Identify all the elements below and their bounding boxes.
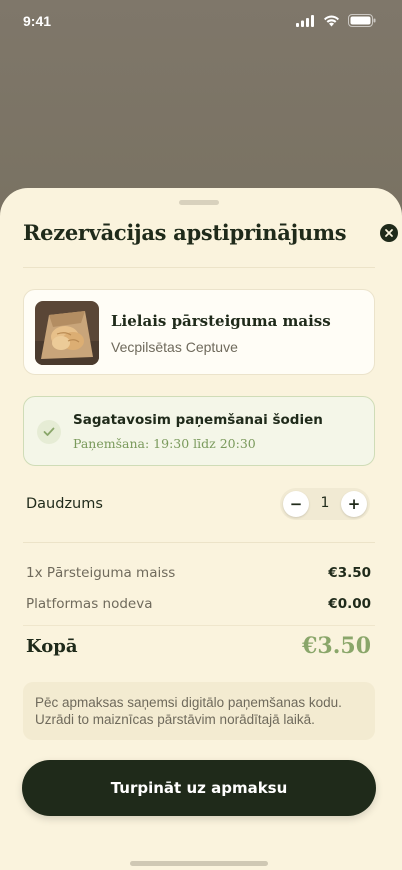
sheet-drag-handle[interactable] (179, 200, 219, 205)
reservation-sheet: Rezervācijas apstiprinājums Lielais pārs… (0, 188, 402, 870)
product-card: Lielais pārsteiguma maiss Vecpilsētas Ce… (23, 289, 375, 375)
info-note: Pēc apmaksas saņemsi digitālo paņemšanas… (23, 682, 375, 740)
divider (23, 542, 375, 543)
line-item-value: €3.50 (328, 565, 371, 581)
total-value: €3.50 (302, 633, 371, 659)
quantity-stepper: − 1 + (280, 488, 370, 520)
pickup-time: Paņemšana: 19:30 līdz 20:30 (73, 436, 256, 451)
line-item-label: 1x Pārsteiguma maiss (26, 565, 176, 581)
sheet-title: Rezervācijas apstiprinājums (23, 220, 347, 245)
product-name: Lielais pārsteiguma maiss (111, 312, 331, 330)
wifi-icon (324, 15, 339, 26)
divider (23, 267, 375, 268)
status-icons (296, 14, 376, 27)
home-indicator (130, 861, 268, 866)
close-icon (385, 229, 393, 237)
product-store: Vecpilsētas Ceptuve (111, 339, 238, 355)
status-time: 9:41 (23, 13, 52, 29)
divider (23, 625, 375, 626)
decrement-button[interactable]: − (283, 491, 309, 517)
pickup-title: Sagatavosim paņemšanai šodien (73, 412, 323, 428)
quantity-label: Daudzums (26, 496, 103, 512)
quantity-value: 1 (320, 495, 330, 511)
check-icon (37, 420, 61, 444)
close-button[interactable] (380, 224, 398, 242)
status-bar: 9:41 (0, 0, 402, 44)
info-line: Pēc apmaksas saņemsi digitālo paņemšanas… (35, 695, 342, 710)
info-line: Uzrādi to maiznīcas pārstāvim norādītajā… (35, 712, 315, 727)
signal-icon (296, 14, 314, 27)
battery-icon (348, 14, 376, 27)
line-item-value: €0.00 (328, 596, 371, 612)
pickup-status-card: Sagatavosim paņemšanai šodien Paņemšana:… (23, 396, 375, 466)
continue-to-payment-button[interactable]: Turpināt uz apmaksu (22, 760, 376, 816)
product-image (35, 301, 99, 365)
total-label: Kopā (26, 636, 78, 657)
increment-button[interactable]: + (341, 491, 367, 517)
line-item-label: Platformas nodeva (26, 596, 153, 612)
